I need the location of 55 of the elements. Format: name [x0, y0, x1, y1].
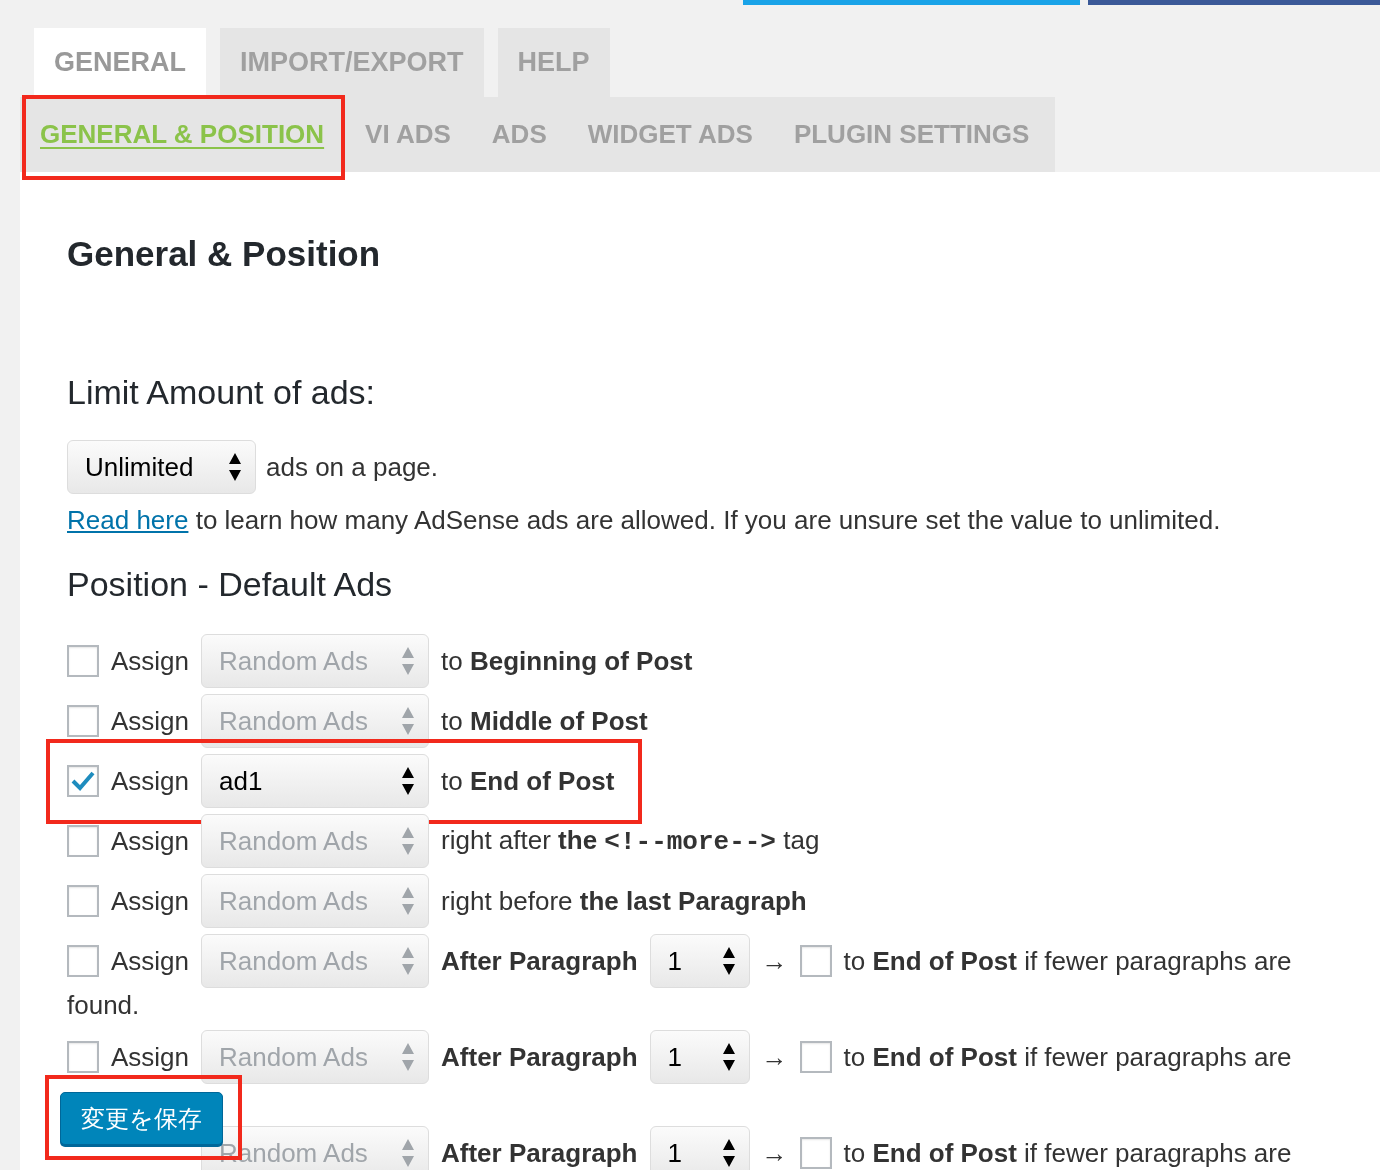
assign-label: Assign: [111, 825, 190, 858]
assign-label: Assign: [111, 705, 190, 738]
fallback-text: found.: [67, 990, 140, 1020]
assign-label: Assign: [111, 945, 190, 978]
subtab[interactable]: VI ADS: [365, 97, 472, 172]
position-text: After Paragraph: [441, 945, 638, 978]
read-here-link[interactable]: Read here: [67, 505, 189, 535]
banner-strip[interactable]: [743, 0, 1080, 5]
updown-arrows-icon: [402, 947, 415, 975]
arrow: →: [761, 945, 788, 978]
position-text: to End of Post: [441, 765, 615, 798]
position-text: right before the last Paragraph: [441, 885, 807, 918]
dropdown[interactable]: Unlimited: [67, 440, 256, 494]
position-text: After Paragraph: [441, 1041, 638, 1074]
subtab[interactable]: WIDGET ADS: [587, 97, 774, 172]
fallback-text: to End of Post if fewer paragraphs are: [843, 1137, 1292, 1170]
page-title: General & Position: [67, 234, 382, 275]
tab[interactable]: HELP: [497, 28, 610, 97]
assign-label: Assign: [111, 765, 190, 798]
help-note: Read here to learn how many AdSense ads are allowed. If you are unsure set the value to unlimited.: [67, 505, 1222, 536]
checkmark-icon: [71, 771, 95, 791]
dropdown[interactable]: ad1: [201, 754, 430, 808]
subtab[interactable]: PLUGIN SETTINGS: [793, 97, 1051, 172]
fallback-text: to End of Post if fewer paragraphs are: [843, 1041, 1292, 1074]
section-heading: Position - Default Ads: [67, 565, 394, 604]
subtab[interactable]: GENERAL & POSITION: [40, 97, 346, 172]
updown-arrows-icon: [402, 827, 415, 855]
tab[interactable]: IMPORT/EXPORT: [220, 28, 484, 97]
updown-arrows-icon: [402, 767, 415, 795]
updown-arrows-icon: [402, 887, 415, 915]
assign-label: Assign: [111, 885, 190, 918]
updown-arrows-icon: [402, 1043, 415, 1071]
updown-arrows-icon: [402, 707, 415, 735]
section-heading: Limit Amount of ads:: [67, 373, 377, 412]
save-button[interactable]: 変更を保存: [60, 1092, 223, 1145]
limit-text: ads on a page.: [266, 451, 439, 483]
fallback-text: to End of Post if fewer paragraphs are: [843, 945, 1292, 978]
arrow: →: [761, 1041, 788, 1074]
updown-arrows-icon: [402, 647, 415, 675]
updown-arrows-icon: [722, 1139, 735, 1167]
position-text: right after the <!--more--> tag: [441, 824, 820, 859]
position-text: to Beginning of Post: [441, 645, 693, 678]
updown-arrows-icon: [722, 1043, 735, 1071]
banner-strip[interactable]: [1088, 0, 1380, 5]
updown-arrows-icon: [722, 947, 735, 975]
position-text: to Middle of Post: [441, 705, 648, 738]
arrow: →: [761, 1137, 788, 1170]
updown-arrows-icon: [402, 1139, 414, 1167]
position-text: After Paragraph: [441, 1137, 638, 1170]
updown-arrows-icon: [229, 453, 241, 481]
subtab[interactable]: ADS: [491, 97, 568, 172]
assign-label: Assign: [111, 645, 190, 678]
tab[interactable]: GENERAL: [34, 28, 206, 97]
checkbox[interactable]: [67, 765, 99, 797]
assign-label: Assign: [111, 1041, 190, 1074]
